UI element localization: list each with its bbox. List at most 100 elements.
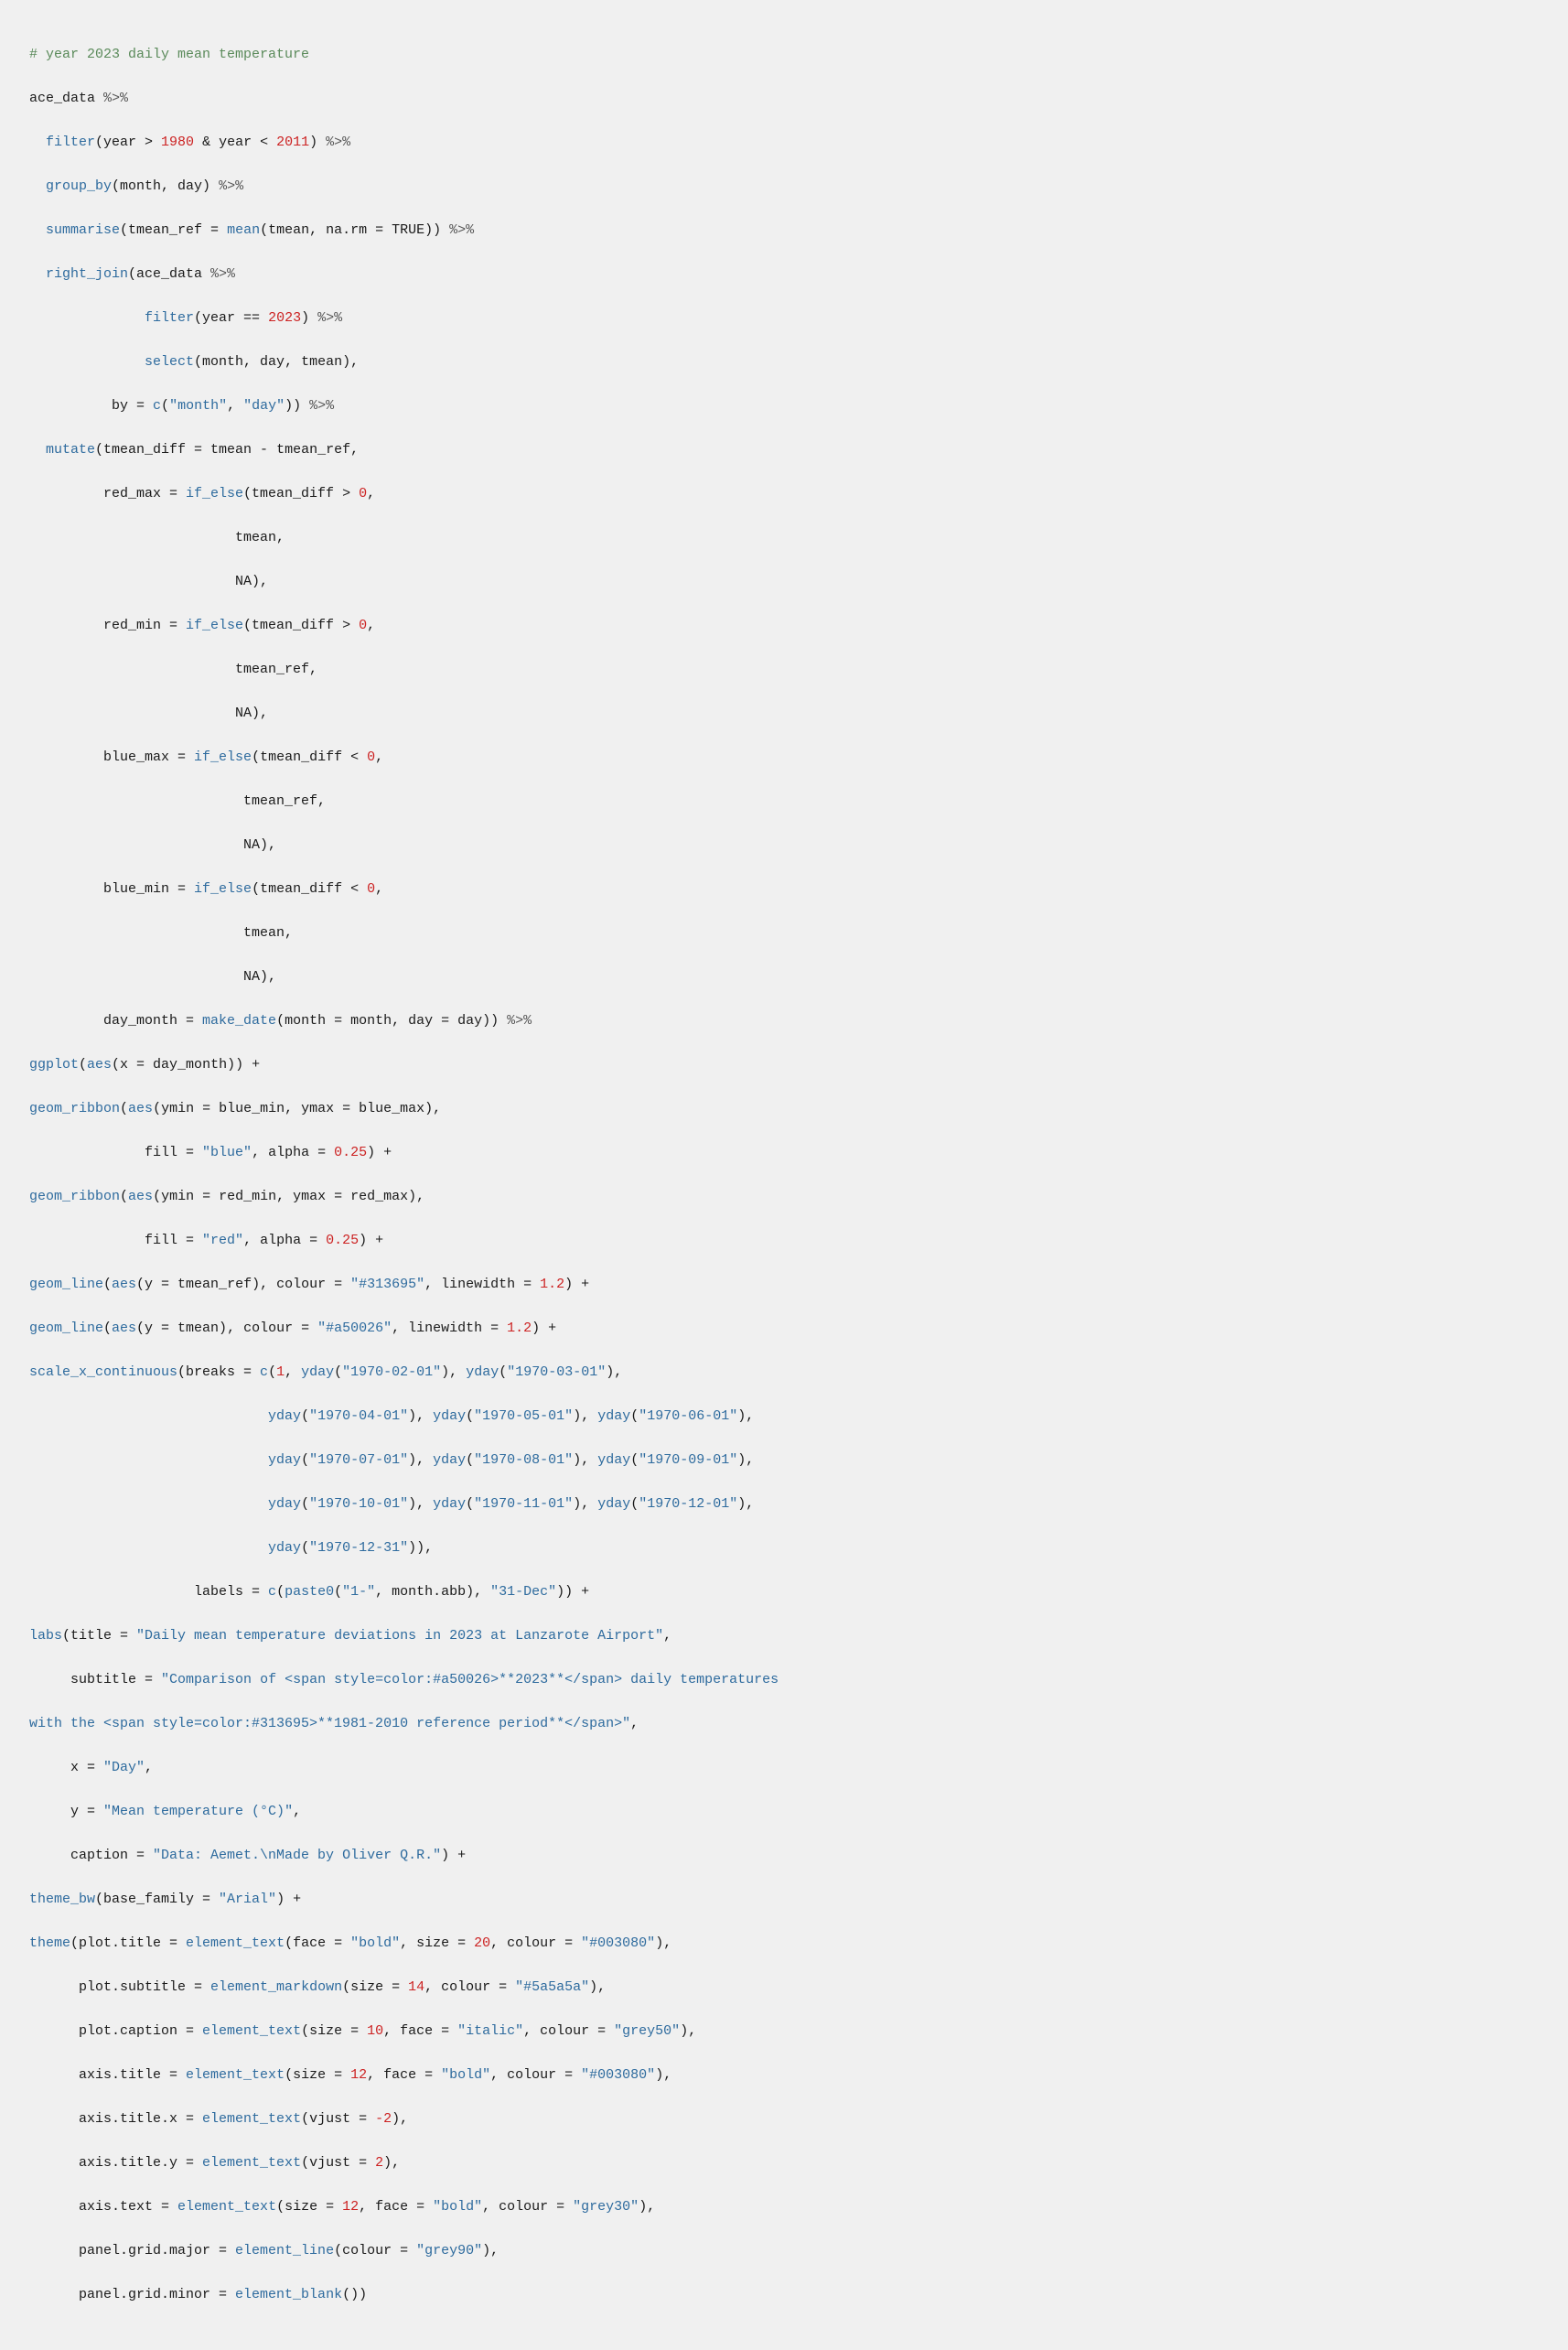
token: (year == [194, 310, 268, 326]
token: , colour = [424, 1979, 515, 1995]
code-line-9: by = c("month", "day")) %>% [29, 395, 1539, 417]
code-line-1: # year 2023 daily mean temperature [29, 44, 1539, 66]
token: , month.abb), [375, 1584, 490, 1600]
token: 14 [408, 1979, 424, 1995]
token: caption = [70, 1848, 153, 1863]
token: yday [597, 1408, 630, 1424]
token: "1970-12-31" [309, 1540, 408, 1556]
token: ( [161, 398, 169, 414]
token: "1970-06-01" [639, 1408, 737, 1424]
token: element_text [186, 1935, 285, 1951]
token: (year > [95, 135, 161, 150]
token: ( [103, 1321, 112, 1336]
code-line-50: axis.text = element_text(size = 12, face… [29, 2196, 1539, 2218]
code-line-16: NA), [29, 703, 1539, 725]
token: %>% [449, 222, 474, 238]
token: (size = [342, 1979, 408, 1995]
code-line-24: ggplot(aes(x = day_month)) + [29, 1054, 1539, 1076]
token: "bold" [433, 2199, 482, 2215]
token: plot.subtitle = [79, 1979, 210, 1995]
token: , colour = [482, 2199, 573, 2215]
token: "#003080" [581, 2067, 655, 2083]
token: , face = [359, 2199, 433, 2215]
token: NA), [235, 706, 268, 721]
token: (y = tmean_ref), colour = [136, 1277, 350, 1292]
token: ), [737, 1496, 754, 1512]
token: blue_max = [103, 749, 194, 765]
token: ), [408, 1452, 433, 1468]
token: ), [680, 2023, 696, 2039]
token: ) + [359, 1233, 383, 1248]
token: ( [301, 1452, 309, 1468]
token: "bold" [441, 2067, 490, 2083]
token: axis.title.x = [79, 2111, 202, 2127]
token: ) [309, 135, 326, 150]
code-line-5: summarise(tmean_ref = mean(tmean, na.rm … [29, 220, 1539, 242]
token: tmean, [243, 925, 293, 941]
code-line-41: y = "Mean temperature (°C)", [29, 1801, 1539, 1823]
token: ), [589, 1979, 606, 1995]
token: %>% [210, 266, 235, 282]
token: (size = [301, 2023, 367, 2039]
token: , size = [400, 1935, 474, 1951]
code-line-6: right_join(ace_data %>% [29, 264, 1539, 286]
token: ) + [276, 1892, 301, 1907]
token: , linewidth = [392, 1321, 507, 1336]
token: if_else [186, 618, 243, 633]
token: by = [112, 398, 153, 414]
token: (base_family = [95, 1892, 219, 1907]
code-line-40: x = "Day", [29, 1757, 1539, 1779]
token: ), [573, 1408, 597, 1424]
token: day_month = [103, 1013, 202, 1029]
code-line-33: yday("1970-07-01"), yday("1970-08-01"), … [29, 1450, 1539, 1471]
token: ), [606, 1364, 622, 1380]
token: ( [301, 1496, 309, 1512]
token: paste0 [285, 1584, 334, 1600]
token: , [227, 398, 243, 414]
token: 2023 [268, 310, 301, 326]
code-line-23: day_month = make_date(month = month, day… [29, 1010, 1539, 1032]
token: & year < [194, 135, 276, 150]
token: (ymin = red_min, ymax = red_max), [153, 1189, 424, 1204]
code-line-3: filter(year > 1980 & year < 2011) %>% [29, 132, 1539, 154]
token: "blue" [202, 1145, 252, 1160]
token: ( [301, 1408, 309, 1424]
token: ( [630, 1496, 639, 1512]
token: summarise [46, 222, 120, 238]
token: 10 [367, 2023, 383, 2039]
token: (tmean_diff > [243, 618, 359, 633]
code-line-7: filter(year == 2023) %>% [29, 307, 1539, 329]
token: if_else [194, 749, 252, 765]
token: "31-Dec" [490, 1584, 556, 1600]
token: (y = tmean), colour = [136, 1321, 317, 1336]
token: yday [268, 1496, 301, 1512]
token: ), [441, 1364, 466, 1380]
token: (size = [276, 2199, 342, 2215]
comment: # year 2023 daily mean temperature [29, 47, 309, 62]
token: mutate [46, 442, 95, 458]
token: "1970-08-01" [474, 1452, 573, 1468]
token: , [630, 1716, 639, 1731]
code-line-11: red_max = if_else(tmean_diff > 0, [29, 483, 1539, 505]
code-line-38: subtitle = "Comparison of <span style=co… [29, 1669, 1539, 1691]
token: "bold" [350, 1935, 400, 1951]
token: "1970-02-01" [342, 1364, 441, 1380]
token: ( [466, 1408, 474, 1424]
token: (tmean_diff < [252, 881, 367, 897]
token: y = [70, 1804, 103, 1819]
token: %>% [219, 178, 243, 194]
token: element_line [235, 2243, 334, 2258]
token: , alpha = [252, 1145, 334, 1160]
token: ( [630, 1452, 639, 1468]
token: aes [112, 1277, 136, 1292]
code-line-28: fill = "red", alpha = 0.25) + [29, 1230, 1539, 1252]
token: %>% [326, 135, 350, 150]
token: ( [630, 1408, 639, 1424]
token: red_min = [103, 618, 186, 633]
token: axis.text = [79, 2199, 177, 2215]
code-line-29: geom_line(aes(y = tmean_ref), colour = "… [29, 1274, 1539, 1296]
code-line-10: mutate(tmean_diff = tmean - tmean_ref, [29, 439, 1539, 461]
token: ), [737, 1408, 754, 1424]
token: 12 [350, 2067, 367, 2083]
token: with the <span style=color:#313695>**198… [29, 1716, 630, 1731]
